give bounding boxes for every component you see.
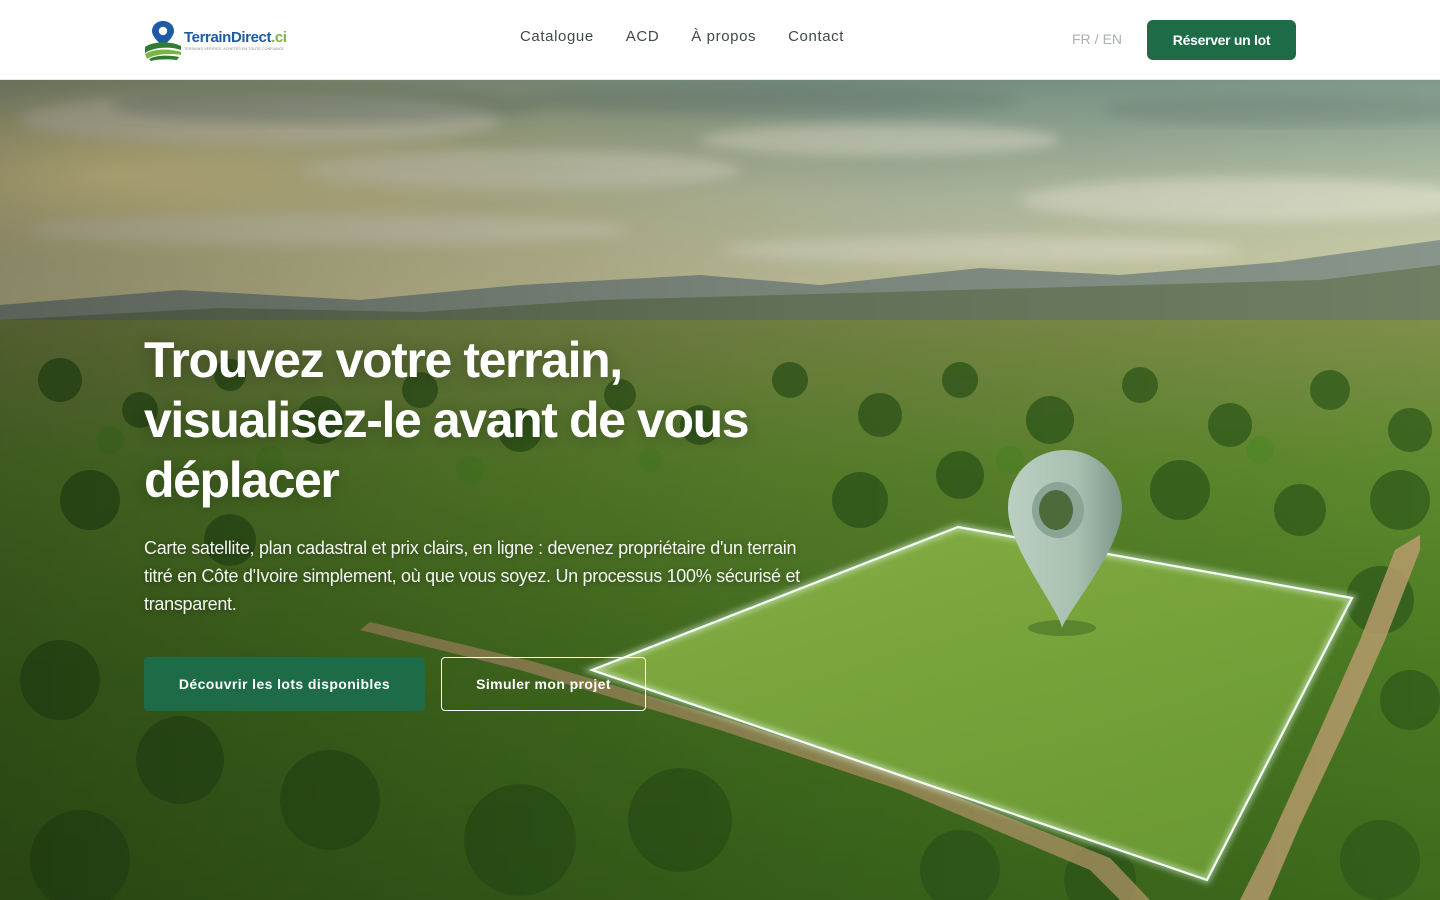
hero-subtitle: Carte satellite, plan cadastral et prix … bbox=[144, 538, 800, 614]
hero-title: Trouvez votre terrain, visualisez-le ava… bbox=[144, 330, 844, 510]
lang-separator: / bbox=[1094, 31, 1099, 47]
nav-link-contact[interactable]: Contact bbox=[788, 28, 844, 45]
hero-title-line-3: déplacer bbox=[144, 452, 340, 508]
language-switcher: FR / EN bbox=[1072, 31, 1122, 47]
nav-link-catalogue[interactable]: Catalogue bbox=[520, 28, 594, 45]
logo-name: TerrainDirect.ci bbox=[184, 28, 287, 46]
simulate-project-button[interactable]: Simuler mon projet bbox=[441, 657, 646, 711]
nav-link-a-propos[interactable]: À propos bbox=[691, 28, 756, 45]
logo-tagline: TERRAINS VÉRIFIÉS, ACHETÉS EN TOUTE CONF… bbox=[184, 46, 285, 51]
main-nav: Catalogue ACD À propos Contact bbox=[520, 28, 876, 45]
hero-section: Trouvez votre terrain, visualisez-le ava… bbox=[0, 80, 1440, 900]
site-header: TerrainDirect.ci TERRAINS VÉRIFIÉS, ACHE… bbox=[0, 0, 1440, 80]
hero-title-line-1: Trouvez votre terrain, bbox=[144, 332, 623, 388]
lang-fr[interactable]: FR bbox=[1072, 31, 1091, 47]
hero-title-line-2: visualisez-le avant de vous bbox=[144, 392, 750, 448]
reserve-lot-button[interactable]: Réserver un lot bbox=[1147, 20, 1296, 60]
location-pin-field-icon bbox=[145, 21, 181, 61]
site-logo[interactable]: TerrainDirect.ci TERRAINS VÉRIFIÉS, ACHE… bbox=[143, 19, 303, 61]
lang-en[interactable]: EN bbox=[1103, 31, 1122, 47]
nav-link-acd[interactable]: ACD bbox=[626, 28, 659, 45]
discover-lots-button[interactable]: Découvrir les lots disponibles bbox=[144, 657, 425, 711]
logo-text: TerrainDirect.ci TERRAINS VÉRIFIÉS, ACHE… bbox=[184, 28, 287, 51]
